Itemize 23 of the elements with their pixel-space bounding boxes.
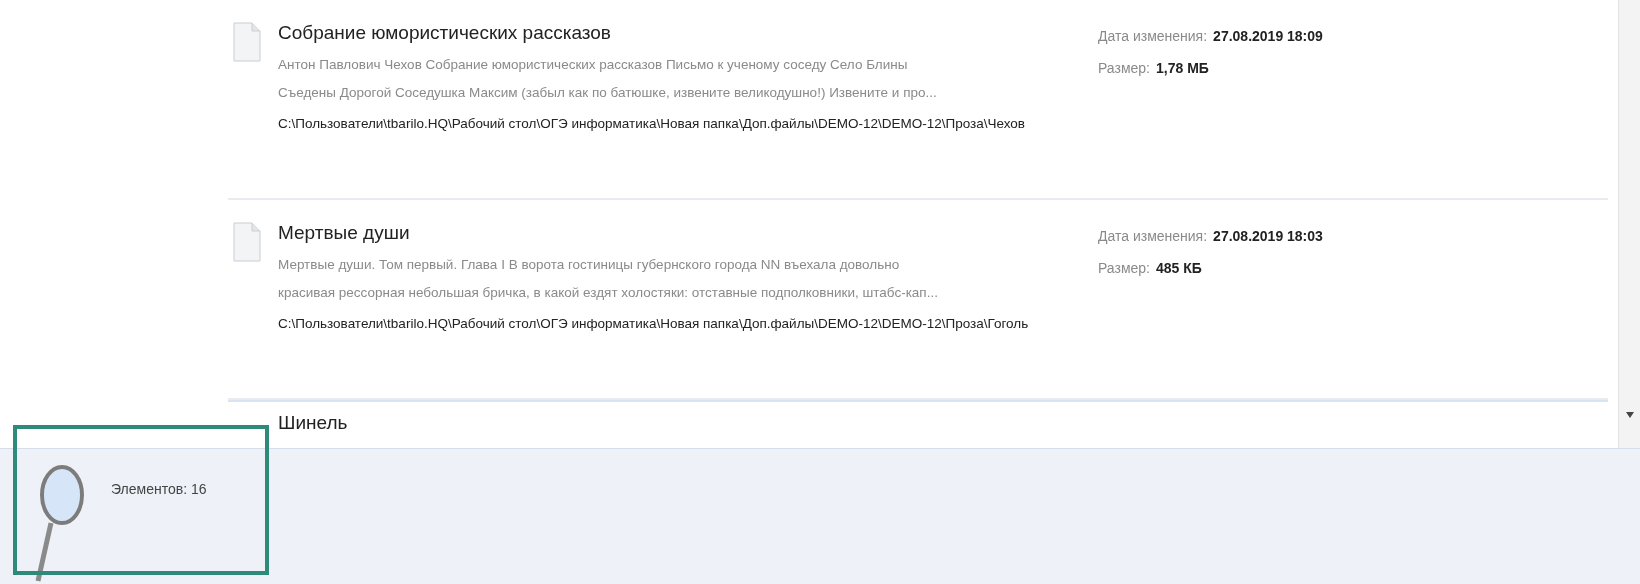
date-value: 27.08.2019 18:03 [1213,228,1323,244]
size-value: 485 КБ [1156,260,1202,276]
content-snippet: Антон Павлович Чехов Собрание юмористических рассказов Письмо к ученому соседу Село Блины [278,56,909,74]
file-title: Мертвые души [278,222,411,244]
file-path: C:\Пользователи\tbarilo.HQ\Рабочий стол\ОГЭ информатика\Новая папка\Доп.файлы\DEMO-12\DEMO-12\Проза\Чехов [278,116,1026,131]
content-snippet: красивая рессорная небольшая бричка, в какой ездят холостяки: отставные подполковники, штабс-кап... [278,284,939,302]
size-value: 1,78 МБ [1156,60,1209,76]
file-path: C:\Пользователи\tbarilo.HQ\Рабочий стол\ОГЭ информатика\Новая папка\Доп.файлы\DEMO-12\DEMO-12\Проза\Гоголь [278,316,1030,331]
content-snippet: Съедены Дорогой Соседушка Максим (забыл как по батюшке, извените великодушно!) Извените и про... [278,84,938,102]
date-label: Дата изменения: [1098,28,1208,44]
content-snippet: Мертвые души. Том первый. Глава I В ворота гостиницы губернского города NN въехала довольно [278,256,901,274]
size-label: Размер: [1098,260,1150,276]
magnifier-icon [35,463,85,583]
date-label: Дата изменения: [1098,228,1208,244]
scrollbar[interactable] [1618,0,1640,448]
file-title: Собрание юмористических рассказов [278,22,612,44]
size-label: Размер: [1098,60,1150,76]
scroll-down-icon[interactable] [1625,412,1634,418]
file-title: Шинель [278,412,349,435]
item-count: Элементов: 16 [111,481,207,497]
date-value: 27.08.2019 18:09 [1213,28,1323,44]
document-icon [232,22,262,62]
document-icon [232,222,262,262]
